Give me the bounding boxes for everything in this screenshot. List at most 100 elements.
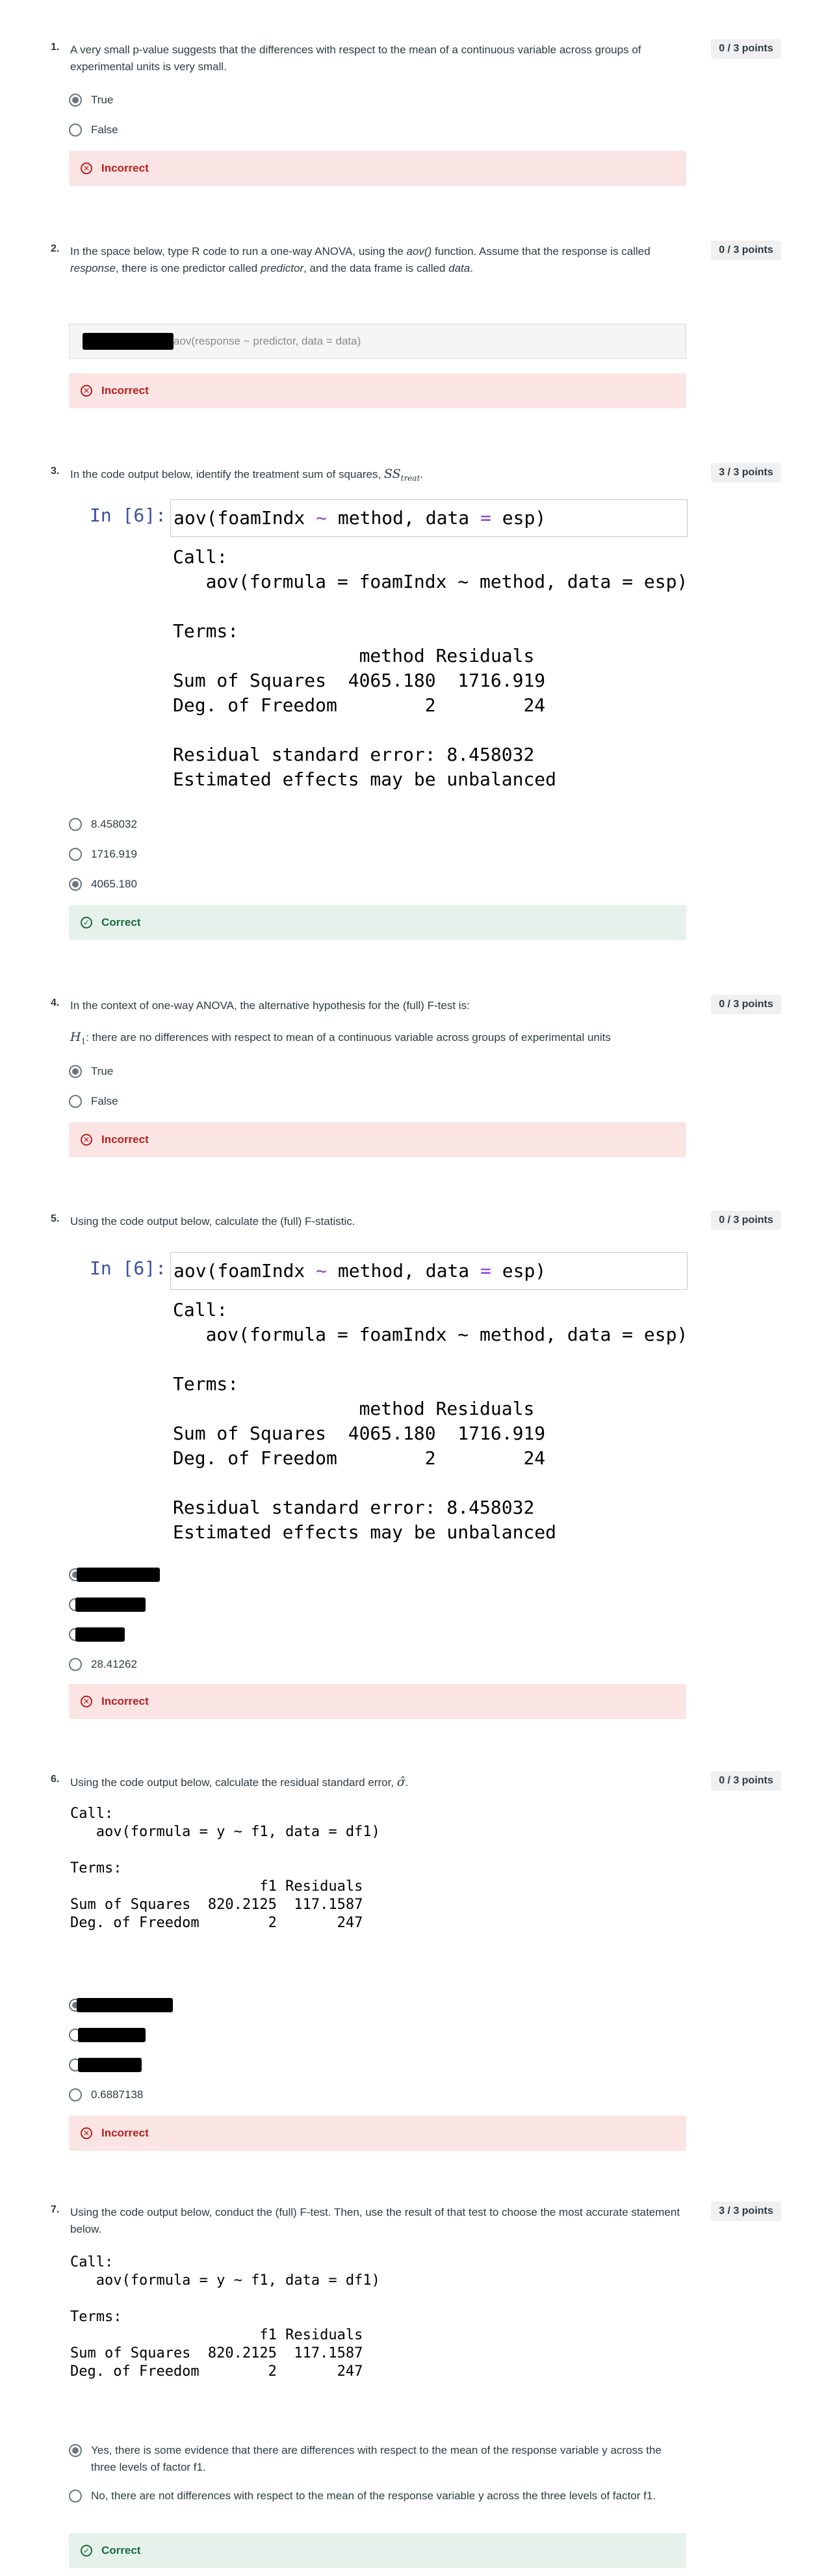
- text-part: , there is one predictor called: [115, 262, 261, 274]
- feedback-label: Correct: [101, 2544, 141, 2556]
- code-operator: =: [480, 507, 491, 529]
- code-answer-field[interactable]: aov(response ~ predictor, data = data): [69, 324, 686, 359]
- redaction-bar: [78, 2028, 146, 2042]
- redaction-bar: [75, 1627, 125, 1642]
- code-text: aov(foamIndx: [174, 1260, 316, 1281]
- radio-button[interactable]: [69, 1658, 82, 1671]
- check-circle-icon: ✓: [81, 2545, 92, 2556]
- answer-option[interactable]: [69, 2056, 142, 2074]
- option-label: 0.6887138: [91, 2088, 144, 2101]
- answer-option[interactable]: [69, 2026, 146, 2044]
- answer-option[interactable]: [69, 1996, 173, 2014]
- cell-prompt: In [6]:: [90, 1257, 167, 1279]
- cell-prompt: In [6]:: [90, 505, 167, 526]
- question-number: 1.: [51, 42, 60, 53]
- x-circle-icon: ✕: [81, 1696, 92, 1707]
- feedback-incorrect: ✕ Incorrect: [69, 151, 686, 186]
- radio-button[interactable]: [69, 2490, 82, 2503]
- text-part: , and the data frame is called: [303, 262, 449, 274]
- text-part: Using the code output below, calculate t…: [70, 1776, 394, 1789]
- question-number: 4.: [51, 997, 60, 1008]
- code-text: aov(foamIndx: [174, 507, 316, 529]
- code-operator: ~: [316, 1260, 328, 1281]
- option-label: False: [91, 124, 118, 136]
- points-badge: 0 / 3 points: [711, 241, 781, 260]
- statement-text: : there are no differences with respect …: [86, 1031, 611, 1044]
- radio-button[interactable]: [69, 1065, 82, 1078]
- code-text: method, data: [327, 1260, 481, 1281]
- math-symbol: SS: [383, 467, 401, 481]
- redaction-bar: [78, 2058, 142, 2072]
- redaction-bar: [75, 1597, 146, 1612]
- feedback-correct: ✓ Correct: [69, 905, 686, 940]
- math-symbol: σ̂: [396, 1775, 406, 1789]
- question-text: Using the code output below, calculate t…: [70, 1215, 355, 1228]
- answer-option[interactable]: 28.41262: [69, 1655, 137, 1674]
- option-label: True: [91, 94, 114, 106]
- answer-option-false[interactable]: False: [69, 1092, 118, 1111]
- code-output: Call: aov(formula = foamIndx ~ method, d…: [173, 1299, 688, 1543]
- answer-text: aov(response ~ predictor, data = data): [174, 335, 361, 347]
- radio-button[interactable]: [69, 1095, 82, 1108]
- answer-option[interactable]: [69, 1625, 125, 1644]
- redaction-bar: [77, 1998, 173, 2012]
- answer-option[interactable]: [69, 1566, 160, 1584]
- answer-option[interactable]: 1716.919: [69, 845, 137, 863]
- option-label: No, there are not differences with respe…: [91, 2490, 656, 2502]
- points-badge: 3 / 3 points: [711, 2201, 781, 2221]
- x-circle-icon: ✕: [81, 2127, 92, 2139]
- question-text: In the context of one-way ANOVA, the alt…: [70, 999, 470, 1012]
- radio-button[interactable]: [69, 818, 82, 831]
- answer-option[interactable]: [69, 1596, 146, 1614]
- answer-option[interactable]: 8.458032: [69, 815, 137, 834]
- code-output: Call: aov(formula = y ~ f1, data = df1) …: [70, 1806, 380, 1931]
- answer-option-true[interactable]: True: [69, 91, 113, 109]
- question-text: In the code output below, identify the t…: [70, 467, 423, 483]
- text-part: aov(): [406, 245, 432, 257]
- question-text: Using the code output below, conduct the…: [70, 2206, 680, 2235]
- option-label: True: [91, 1065, 114, 1077]
- code-text: method, data: [327, 507, 481, 529]
- text-part: predictor: [260, 262, 304, 274]
- answer-option[interactable]: 0.6887138: [69, 2086, 143, 2104]
- feedback-label: Correct: [101, 916, 141, 928]
- check-circle-icon: ✓: [81, 917, 92, 928]
- radio-button[interactable]: [69, 878, 82, 891]
- points-badge: 0 / 3 points: [711, 1211, 781, 1230]
- question-number: 7.: [51, 2204, 60, 2215]
- text-part: response: [70, 262, 116, 274]
- text-part: .: [470, 262, 473, 274]
- answer-option-yes[interactable]: Yes, there is some evidence that there a…: [69, 2442, 680, 2476]
- answer-option-no[interactable]: No, there are not differences with respe…: [69, 2488, 680, 2504]
- radio-button[interactable]: [69, 848, 82, 861]
- code-operator: ~: [316, 507, 328, 529]
- question-number: 5.: [51, 1213, 60, 1224]
- option-label: 4065.180: [91, 878, 137, 890]
- radio-button[interactable]: [69, 2444, 82, 2457]
- question-text: A very small p-value suggests that the d…: [70, 44, 641, 73]
- answer-option-true[interactable]: True: [69, 1062, 113, 1081]
- radio-button[interactable]: [69, 94, 82, 107]
- answer-option-false[interactable]: False: [69, 121, 118, 139]
- x-circle-icon: ✕: [81, 385, 92, 397]
- question-text: Using the code output below, calculate t…: [70, 1775, 409, 1789]
- feedback-incorrect: ✕ Incorrect: [69, 1684, 686, 1719]
- option-label: 28.41262: [91, 1658, 137, 1670]
- answer-option[interactable]: 4065.180: [69, 875, 137, 893]
- code-text: esp): [491, 507, 547, 529]
- option-label: Yes, there is some evidence that there a…: [91, 2444, 662, 2473]
- points-badge: 0 / 3 points: [711, 39, 781, 59]
- points-badge: 0 / 3 points: [711, 1771, 781, 1791]
- feedback-incorrect: ✕ Incorrect: [69, 1122, 686, 1157]
- feedback-label: Incorrect: [101, 1133, 149, 1146]
- math-symbol: H: [70, 1030, 81, 1044]
- feedback-label: Incorrect: [101, 1695, 149, 1707]
- option-label: False: [91, 1095, 118, 1107]
- radio-button[interactable]: [69, 124, 82, 137]
- text-part: data: [448, 262, 470, 274]
- radio-button[interactable]: [69, 2088, 82, 2101]
- text-part: function. Assume that the response is ca…: [431, 245, 650, 257]
- points-badge: 0 / 3 points: [711, 995, 781, 1014]
- points-badge: 3 / 3 points: [711, 463, 781, 482]
- code-output: Call: aov(formula = y ~ f1, data = df1) …: [70, 2254, 380, 2380]
